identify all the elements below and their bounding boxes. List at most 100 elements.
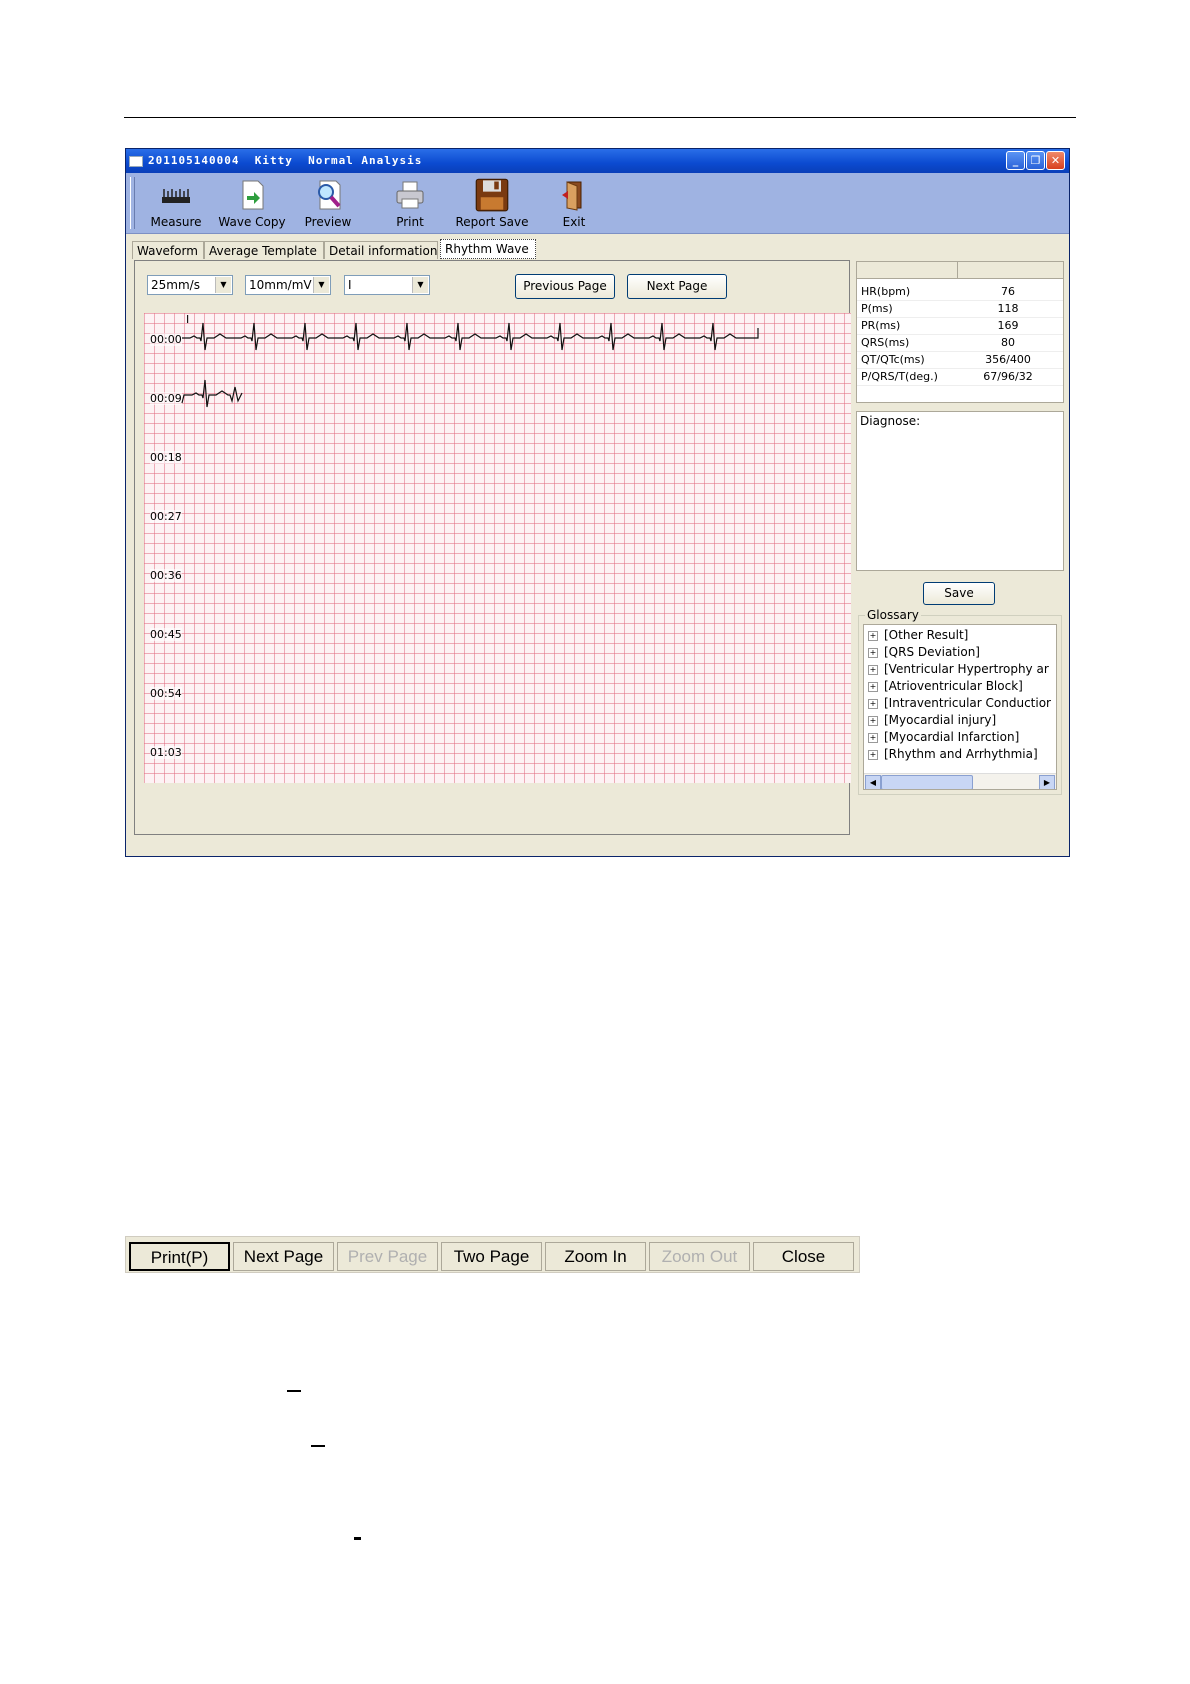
- expand-icon[interactable]: +: [868, 648, 878, 658]
- expand-icon[interactable]: +: [868, 716, 878, 726]
- table-row: QRS(ms) 80: [857, 335, 1063, 352]
- glossary-group: Glossary + [Other Result] + [QRS Deviation…: [858, 608, 1062, 795]
- next-page-button[interactable]: Next Page: [627, 274, 727, 299]
- expand-icon[interactable]: +: [868, 733, 878, 743]
- tree-item[interactable]: + [Rhythm and Arrhythmia]: [864, 746, 1056, 763]
- dash-mark: [287, 1390, 301, 1392]
- print-button[interactable]: Print(P): [129, 1242, 230, 1271]
- measure-value: 76: [1001, 285, 1015, 298]
- ecg-trace-row-1: [182, 322, 759, 351]
- close-button[interactable]: Close: [753, 1242, 854, 1271]
- zoom-in-button[interactable]: Zoom In: [545, 1242, 646, 1271]
- analysis-window: 201105140004 Kitty Normal Analysis _ ❐ ✕…: [125, 148, 1070, 857]
- gain-select[interactable]: 10mm/mV ▼: [245, 275, 331, 295]
- tree-item-label: [Rhythm and Arrhythmia]: [884, 747, 1038, 761]
- dash-mark: [311, 1445, 325, 1447]
- toolbar-grip[interactable]: [130, 177, 135, 229]
- glossary-label: Glossary: [865, 608, 921, 622]
- print-button[interactable]: Print: [372, 177, 448, 231]
- measure-button[interactable]: Measure: [138, 177, 214, 231]
- tree-item[interactable]: + [Myocardial injury]: [864, 712, 1056, 729]
- printer-icon: [396, 181, 424, 209]
- glossary-tree[interactable]: + [Other Result] + [QRS Deviation] + [Ventr…: [863, 624, 1057, 790]
- expand-icon[interactable]: +: [868, 682, 878, 692]
- tree-item-label: [Ventricular Hypertrophy ar: [884, 662, 1049, 676]
- expand-icon[interactable]: +: [868, 750, 878, 760]
- tab-rhythm-wave[interactable]: Rhythm Wave: [440, 239, 536, 259]
- table-row: P/QRS/T(deg.) 67/96/32: [857, 369, 1063, 386]
- zoom-out-button[interactable]: Zoom Out: [649, 1242, 750, 1271]
- lead-select[interactable]: I ▼: [344, 275, 430, 295]
- report-save-button[interactable]: Report Save: [454, 177, 530, 231]
- table-row: P(ms) 118: [857, 301, 1063, 318]
- print-label: Print: [396, 215, 424, 229]
- tree-item[interactable]: + [Myocardial Infarction]: [864, 729, 1056, 746]
- speed-select[interactable]: 25mm/s ▼: [147, 275, 233, 295]
- expand-icon[interactable]: +: [868, 699, 878, 709]
- dash-mark: [354, 1537, 361, 1540]
- lead-value: I: [348, 278, 352, 292]
- ruler-icon: [162, 189, 190, 203]
- expand-icon[interactable]: +: [868, 631, 878, 641]
- window-title: 201105140004 Kitty Normal Analysis: [148, 154, 423, 167]
- scroll-left-icon[interactable]: ◀: [865, 775, 881, 789]
- tab-waveform[interactable]: Waveform: [132, 241, 204, 259]
- scroll-right-icon[interactable]: ▶: [1039, 775, 1055, 789]
- tree-item[interactable]: + [Ventricular Hypertrophy ar: [864, 661, 1056, 678]
- measure-value: 356/400: [985, 353, 1031, 366]
- diagnose-textarea[interactable]: Diagnose:: [856, 411, 1064, 571]
- measure-value: 169: [997, 319, 1019, 332]
- table-header: [857, 262, 1063, 279]
- tree-item[interactable]: + [QRS Deviation]: [864, 644, 1056, 661]
- minimize-button[interactable]: _: [1006, 151, 1025, 170]
- tree-item-label: [Myocardial Infarction]: [884, 730, 1020, 744]
- measure-key: P/QRS/T(deg.): [861, 370, 938, 383]
- tree-item[interactable]: + [Intraventricular Conductior: [864, 695, 1056, 712]
- table-row: PR(ms) 169: [857, 318, 1063, 335]
- save-button[interactable]: Save: [923, 582, 995, 605]
- floppy-disk-icon: [475, 178, 509, 212]
- preview-button[interactable]: Preview: [290, 177, 366, 231]
- expand-icon[interactable]: +: [868, 665, 878, 675]
- ecg-trace: [181, 322, 759, 408]
- exit-door-icon: [562, 181, 582, 211]
- ecg-grid: I 00:00 00:09 00:18 00:27 00:36 00:45 00…: [144, 313, 851, 783]
- previous-page-button[interactable]: Previous Page: [515, 274, 615, 299]
- measure-key: QT/QTc(ms): [861, 353, 925, 366]
- ecg-trace-row-2: [181, 379, 243, 408]
- tab-average-template[interactable]: Average Template: [204, 241, 324, 259]
- measure-key: HR(bpm): [861, 285, 911, 298]
- copy-page-icon: [242, 180, 264, 210]
- wave-copy-button[interactable]: Wave Copy: [214, 177, 290, 231]
- measurement-table: HR(bpm) 76 P(ms) 118 PR(ms) 169 QRS(ms) 80 Q…: [856, 261, 1064, 403]
- tree-item[interactable]: + [Other Result]: [864, 627, 1056, 644]
- scroll-thumb[interactable]: [881, 775, 973, 789]
- table-row: HR(bpm) 76: [857, 284, 1063, 301]
- measure-label: Measure: [150, 215, 202, 229]
- title-bar[interactable]: 201105140004 Kitty Normal Analysis _ ❐ ✕: [126, 149, 1069, 173]
- chevron-down-icon: ▼: [313, 277, 329, 293]
- preview-label: Preview: [304, 215, 352, 229]
- rhythm-wave-panel: 25mm/s ▼ 10mm/mV ▼ I ▼ Previous Page Nex…: [134, 260, 851, 835]
- chevron-down-icon: ▼: [412, 277, 428, 293]
- tree-item-label: [Atrioventricular Block]: [884, 679, 1023, 693]
- prev-page-button[interactable]: Prev Page: [337, 1242, 438, 1271]
- measure-value: 118: [997, 302, 1019, 315]
- next-page-button[interactable]: Next Page: [233, 1242, 334, 1271]
- header-divider: [957, 262, 958, 278]
- restore-button[interactable]: ❐: [1026, 151, 1045, 170]
- tree-item-label: [QRS Deviation]: [884, 645, 980, 659]
- tab-detail-information[interactable]: Detail information: [324, 241, 438, 259]
- diagnose-label: Diagnose:: [860, 414, 921, 428]
- tree-item-label: [Other Result]: [884, 628, 969, 642]
- exit-button[interactable]: Exit: [536, 177, 612, 231]
- tree-item-label: [Myocardial injury]: [884, 713, 997, 727]
- report-save-label: Report Save: [455, 215, 529, 229]
- page-header-rule: [124, 117, 1076, 118]
- two-page-button[interactable]: Two Page: [441, 1242, 542, 1271]
- tree-item[interactable]: + [Atrioventricular Block]: [864, 678, 1056, 695]
- table-row: QT/QTc(ms) 356/400: [857, 352, 1063, 369]
- close-button[interactable]: ✕: [1046, 151, 1065, 170]
- horizontal-scrollbar[interactable]: ◀ ▶: [864, 773, 1056, 789]
- chevron-down-icon: ▼: [215, 277, 231, 293]
